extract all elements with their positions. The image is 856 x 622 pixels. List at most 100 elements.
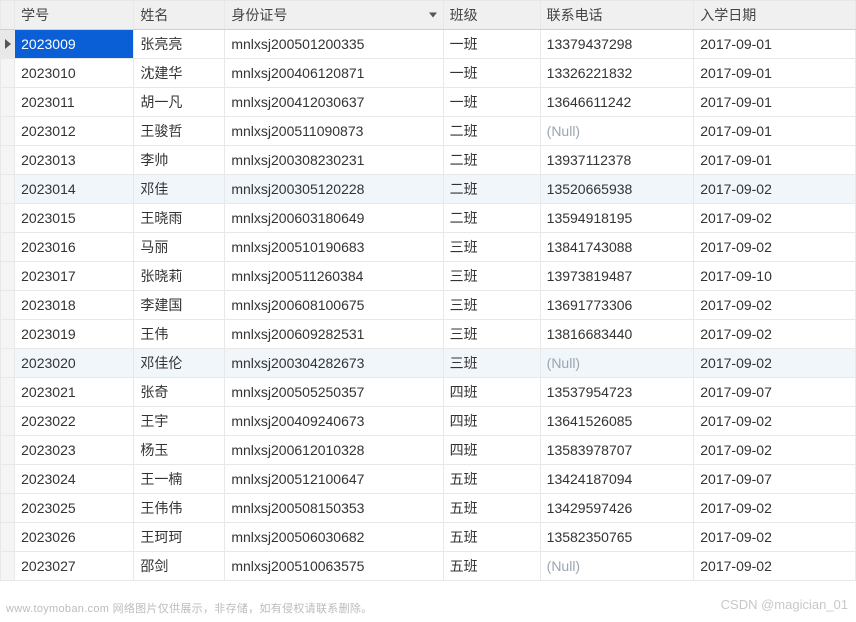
table-row[interactable]: 2023018李建国mnlxsj200608100675三班1369177330…	[1, 291, 856, 320]
sort-dropdown-icon[interactable]	[429, 13, 437, 18]
cell-enroll-date[interactable]: 2017-09-10	[694, 262, 856, 291]
cell-student-id[interactable]: 2023012	[15, 117, 134, 146]
row-indicator[interactable]	[1, 117, 15, 146]
cell-class[interactable]: 三班	[443, 262, 540, 291]
cell-phone[interactable]: 13326221832	[540, 59, 694, 88]
cell-student-id[interactable]: 2023019	[15, 320, 134, 349]
cell-phone[interactable]: 13937112378	[540, 146, 694, 175]
cell-student-id[interactable]: 2023021	[15, 378, 134, 407]
cell-class[interactable]: 三班	[443, 320, 540, 349]
col-header-phone[interactable]: 联系电话	[540, 1, 694, 30]
table-row[interactable]: 2023021张奇mnlxsj200505250357四班13537954723…	[1, 378, 856, 407]
row-indicator[interactable]	[1, 146, 15, 175]
cell-enroll-date[interactable]: 2017-09-02	[694, 233, 856, 262]
cell-name[interactable]: 张奇	[134, 378, 225, 407]
col-header-id-number[interactable]: 身份证号	[225, 1, 443, 30]
row-indicator[interactable]	[1, 465, 15, 494]
cell-id-number[interactable]: mnlxsj200305120228	[225, 175, 443, 204]
cell-phone[interactable]: 13816683440	[540, 320, 694, 349]
cell-name[interactable]: 张亮亮	[134, 30, 225, 59]
cell-id-number[interactable]: mnlxsj200609282531	[225, 320, 443, 349]
table-row[interactable]: 2023023杨玉mnlxsj200612010328四班13583978707…	[1, 436, 856, 465]
table-row[interactable]: 2023011胡一凡mnlxsj200412030637一班1364661124…	[1, 88, 856, 117]
cell-id-number[interactable]: mnlxsj200612010328	[225, 436, 443, 465]
cell-id-number[interactable]: mnlxsj200508150353	[225, 494, 443, 523]
col-header-student-id[interactable]: 学号	[15, 1, 134, 30]
cell-student-id[interactable]: 2023016	[15, 233, 134, 262]
row-indicator[interactable]	[1, 88, 15, 117]
cell-id-number[interactable]: mnlxsj200512100647	[225, 465, 443, 494]
cell-phone[interactable]: 13641526085	[540, 407, 694, 436]
table-row[interactable]: 2023026王珂珂mnlxsj200506030682五班1358235076…	[1, 523, 856, 552]
table-row[interactable]: 2023022王宇mnlxsj200409240673四班13641526085…	[1, 407, 856, 436]
cell-enroll-date[interactable]: 2017-09-02	[694, 494, 856, 523]
cell-name[interactable]: 王骏哲	[134, 117, 225, 146]
cell-enroll-date[interactable]: 2017-09-02	[694, 175, 856, 204]
cell-phone[interactable]: 13646611242	[540, 88, 694, 117]
table-row[interactable]: 2023014邓佳mnlxsj200305120228二班13520665938…	[1, 175, 856, 204]
cell-id-number[interactable]: mnlxsj200510190683	[225, 233, 443, 262]
cell-id-number[interactable]: mnlxsj200510063575	[225, 552, 443, 581]
table-row[interactable]: 2023013李帅mnlxsj200308230231二班13937112378…	[1, 146, 856, 175]
cell-class[interactable]: 四班	[443, 407, 540, 436]
row-indicator[interactable]	[1, 233, 15, 262]
row-indicator[interactable]	[1, 523, 15, 552]
table-row[interactable]: 2023025王伟伟mnlxsj200508150353五班1342959742…	[1, 494, 856, 523]
cell-phone[interactable]: 13583978707	[540, 436, 694, 465]
cell-enroll-date[interactable]: 2017-09-02	[694, 436, 856, 465]
cell-student-id[interactable]: 2023027	[15, 552, 134, 581]
cell-student-id[interactable]: 2023020	[15, 349, 134, 378]
row-indicator[interactable]	[1, 349, 15, 378]
cell-name[interactable]: 张晓莉	[134, 262, 225, 291]
row-indicator[interactable]	[1, 320, 15, 349]
cell-name[interactable]: 邓佳	[134, 175, 225, 204]
table-row[interactable]: 2023017张晓莉mnlxsj200511260384三班1397381948…	[1, 262, 856, 291]
cell-id-number[interactable]: mnlxsj200511260384	[225, 262, 443, 291]
cell-student-id[interactable]: 2023022	[15, 407, 134, 436]
cell-name[interactable]: 王晓雨	[134, 204, 225, 233]
cell-enroll-date[interactable]: 2017-09-01	[694, 59, 856, 88]
cell-phone[interactable]: (Null)	[540, 117, 694, 146]
row-indicator[interactable]	[1, 262, 15, 291]
cell-id-number[interactable]: mnlxsj200505250357	[225, 378, 443, 407]
cell-enroll-date[interactable]: 2017-09-01	[694, 30, 856, 59]
cell-id-number[interactable]: mnlxsj200412030637	[225, 88, 443, 117]
cell-phone[interactable]: 13841743088	[540, 233, 694, 262]
cell-enroll-date[interactable]: 2017-09-02	[694, 320, 856, 349]
table-row[interactable]: 2023027邵剑mnlxsj200510063575五班(Null)2017-…	[1, 552, 856, 581]
table-row[interactable]: 2023015王晓雨mnlxsj200603180649二班1359491819…	[1, 204, 856, 233]
row-indicator[interactable]	[1, 407, 15, 436]
row-indicator[interactable]	[1, 30, 15, 59]
row-indicator[interactable]	[1, 378, 15, 407]
cell-student-id[interactable]: 2023017	[15, 262, 134, 291]
cell-enroll-date[interactable]: 2017-09-02	[694, 291, 856, 320]
cell-student-id[interactable]: 2023024	[15, 465, 134, 494]
cell-student-id[interactable]: 2023011	[15, 88, 134, 117]
cell-class[interactable]: 五班	[443, 465, 540, 494]
cell-enroll-date[interactable]: 2017-09-01	[694, 88, 856, 117]
cell-enroll-date[interactable]: 2017-09-02	[694, 552, 856, 581]
cell-class[interactable]: 三班	[443, 349, 540, 378]
cell-id-number[interactable]: mnlxsj200511090873	[225, 117, 443, 146]
cell-enroll-date[interactable]: 2017-09-01	[694, 117, 856, 146]
cell-enroll-date[interactable]: 2017-09-01	[694, 146, 856, 175]
cell-student-id[interactable]: 2023013	[15, 146, 134, 175]
cell-class[interactable]: 三班	[443, 233, 540, 262]
cell-phone[interactable]: 13582350765	[540, 523, 694, 552]
cell-id-number[interactable]: mnlxsj200304282673	[225, 349, 443, 378]
cell-class[interactable]: 一班	[443, 30, 540, 59]
data-grid[interactable]: 学号 姓名 身份证号 班级 联系电话 入学日期 2023009张亮亮mnlxsj…	[0, 0, 856, 622]
cell-class[interactable]: 五班	[443, 494, 540, 523]
cell-phone[interactable]: 13973819487	[540, 262, 694, 291]
cell-enroll-date[interactable]: 2017-09-07	[694, 465, 856, 494]
cell-phone[interactable]: 13379437298	[540, 30, 694, 59]
cell-name[interactable]: 王珂珂	[134, 523, 225, 552]
cell-name[interactable]: 马丽	[134, 233, 225, 262]
row-indicator[interactable]	[1, 552, 15, 581]
table-row[interactable]: 2023009张亮亮mnlxsj200501200335一班1337943729…	[1, 30, 856, 59]
cell-id-number[interactable]: mnlxsj200506030682	[225, 523, 443, 552]
table-row[interactable]: 2023010沈建华mnlxsj200406120871一班1332622183…	[1, 59, 856, 88]
table-row[interactable]: 2023012王骏哲mnlxsj200511090873二班(Null)2017…	[1, 117, 856, 146]
cell-enroll-date[interactable]: 2017-09-02	[694, 407, 856, 436]
table-row[interactable]: 2023024王一楠mnlxsj200512100647五班1342418709…	[1, 465, 856, 494]
